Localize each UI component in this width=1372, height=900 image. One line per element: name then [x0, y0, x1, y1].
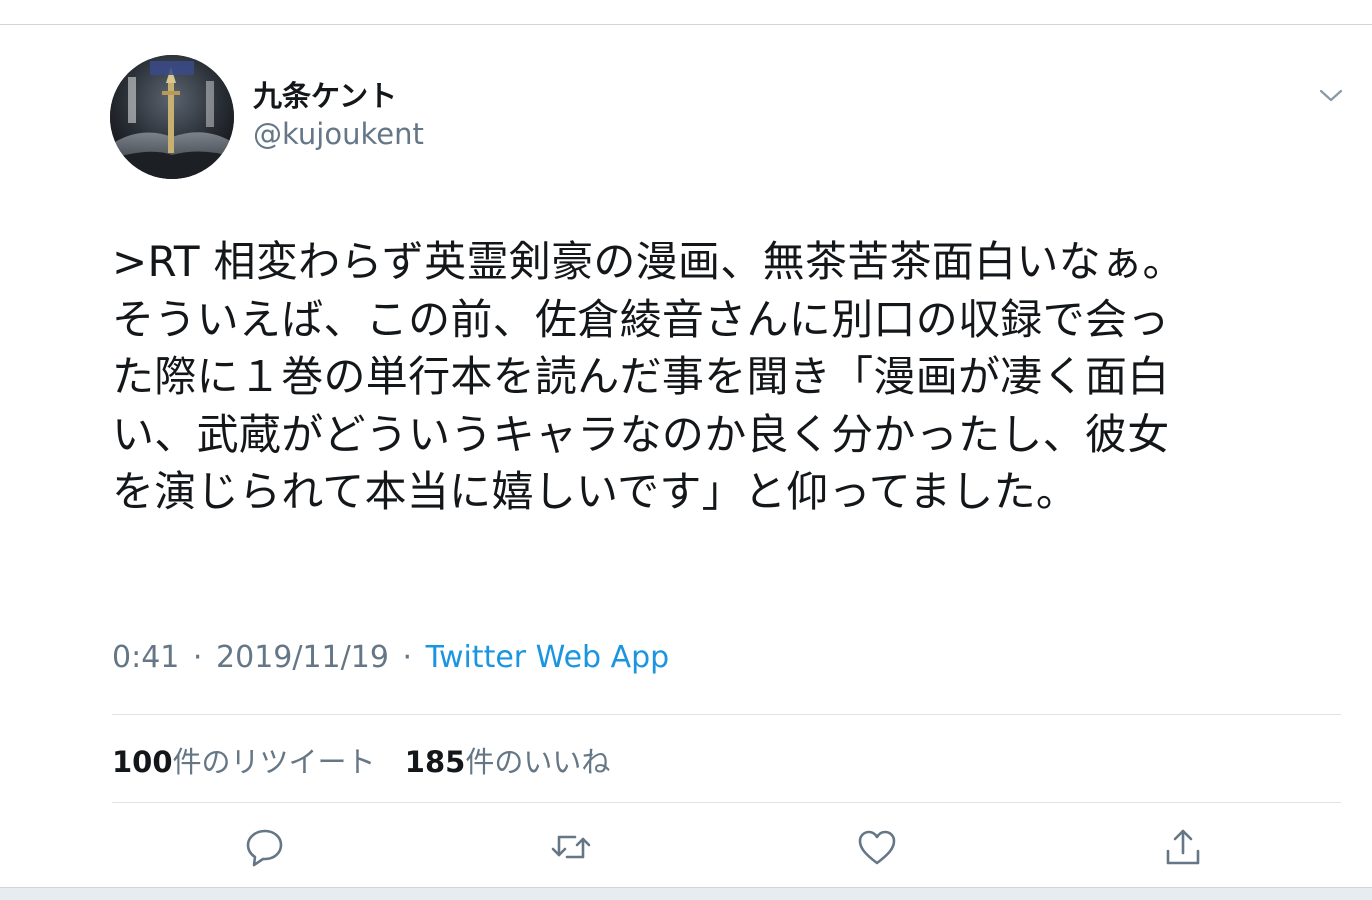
tweet-date[interactable]: 2019/11/19 — [216, 640, 389, 675]
tweet-detail: 九条ケント @kujoukent >RT 相変わらず英霊剣豪の漫画、無茶苦茶面白… — [0, 25, 1372, 887]
tweet-text: >RT 相変わらず英霊剣豪の漫画、無茶苦茶面白いなぁ。 そういえば、この前、佐倉… — [112, 233, 1327, 521]
author-handle[interactable]: @kujoukent — [253, 117, 424, 151]
tweet-page: 九条ケント @kujoukent >RT 相変わらず英霊剣豪の漫画、無茶苦茶面白… — [0, 0, 1372, 900]
divider — [112, 714, 1341, 715]
retweet-count-link[interactable]: 100件のリツイート — [112, 739, 376, 781]
tweet-text-line: そういえば、この前、佐倉綾音さんに別口の収録で会っ — [112, 294, 1170, 344]
like-count-link[interactable]: 185件のいいね — [405, 739, 611, 781]
tweet-stats: 100件のリツイート 185件のいいね — [112, 739, 630, 781]
tweet-meta: 0:41 · 2019/11/19 · Twitter Web App — [112, 640, 669, 675]
avatar-image — [110, 55, 234, 179]
chevron-down-icon — [1319, 89, 1343, 102]
tweet-text-line: た際に１巻の単行本を読んだ事を聞き「漫画が凄く面白 — [112, 352, 1170, 401]
tweet-time[interactable]: 0:41 — [112, 640, 179, 675]
retweet-button[interactable] — [549, 825, 593, 869]
heart-icon — [858, 830, 896, 865]
like-button[interactable] — [855, 825, 899, 869]
like-count: 185 — [404, 745, 466, 779]
tweet-text-line: >RT 相変わらず英霊剣豪の漫画、無茶苦茶面白いなぁ。 — [112, 237, 1185, 286]
retweet-count-label: 件のリツイート — [172, 745, 376, 779]
tweet-text-line: い、武蔵がどういうキャラなのか良く分かったし、彼女 — [112, 409, 1170, 459]
retweet-count: 100 — [112, 745, 173, 779]
share-button[interactable] — [1161, 825, 1205, 869]
bottom-bar — [0, 887, 1372, 900]
tweet-actions — [0, 825, 1372, 869]
retweet-icon — [551, 835, 591, 859]
reply-button[interactable] — [243, 825, 287, 869]
avatar[interactable] — [110, 55, 234, 179]
tweet-menu-button[interactable] — [1316, 83, 1346, 107]
like-count-label: 件のいいね — [465, 745, 611, 779]
tweet-source-link[interactable]: Twitter Web App — [426, 640, 670, 675]
meta-separator: · — [402, 640, 413, 675]
share-icon — [1166, 829, 1200, 865]
meta-separator: · — [192, 640, 203, 675]
reply-icon — [246, 829, 283, 867]
tweet-text-line: を演じられて本当に嬉しいです」と仰ってました。 — [112, 467, 1079, 516]
divider — [112, 802, 1341, 803]
author-display-name[interactable]: 九条ケント — [253, 73, 397, 115]
